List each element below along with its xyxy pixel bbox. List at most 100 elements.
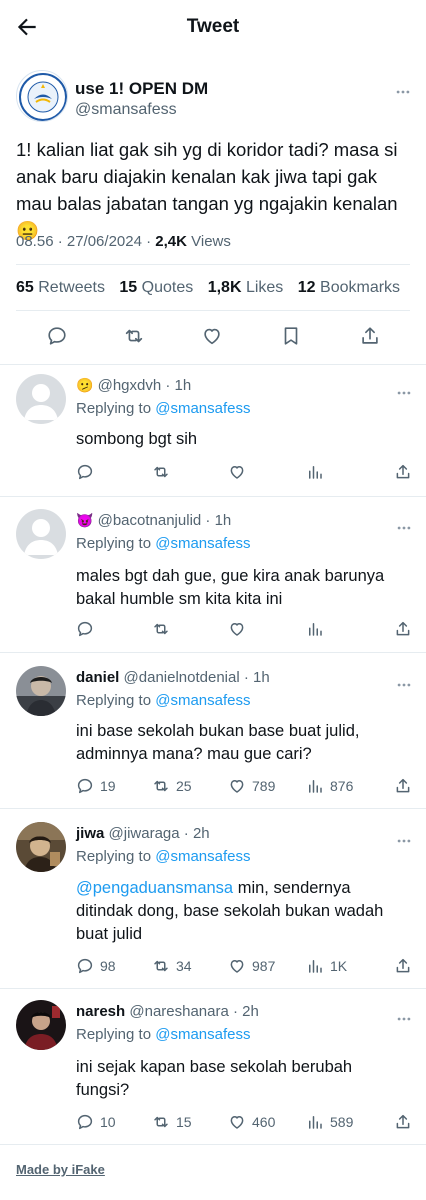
divider bbox=[0, 808, 426, 809]
retweet-icon[interactable] bbox=[123, 325, 145, 347]
views-button[interactable] bbox=[306, 462, 330, 482]
like-count: 789 bbox=[252, 778, 276, 794]
like-button[interactable] bbox=[228, 619, 252, 639]
share-button[interactable] bbox=[394, 1112, 412, 1132]
reply-count: 10 bbox=[100, 1114, 116, 1130]
quotes-stat[interactable]: 15 Quotes bbox=[119, 279, 193, 296]
reply-time[interactable]: · 2h bbox=[229, 1003, 259, 1020]
views-icon bbox=[309, 960, 322, 973]
more-options-icon[interactable] bbox=[397, 518, 417, 532]
likes-stat[interactable]: 1,8K Likes bbox=[208, 279, 284, 296]
footer-credit[interactable]: Made by iFake bbox=[16, 1162, 105, 1177]
replying-to: Replying to @smansafess bbox=[76, 692, 250, 709]
retweets-label: Retweets bbox=[38, 279, 105, 296]
reply-handle[interactable]: @jiwaraga bbox=[109, 825, 180, 842]
retweet-icon bbox=[154, 466, 168, 478]
reply-button[interactable]: 98 bbox=[76, 956, 116, 976]
author-handle[interactable]: @smansafess bbox=[75, 101, 177, 119]
share-button[interactable] bbox=[394, 619, 412, 639]
default-avatar[interactable] bbox=[16, 374, 66, 424]
user-avatar[interactable] bbox=[16, 666, 66, 716]
share-button[interactable] bbox=[394, 956, 412, 976]
views-count: 2,4K bbox=[155, 233, 187, 250]
user-avatar[interactable] bbox=[16, 1000, 66, 1050]
retweet-button[interactable] bbox=[152, 619, 176, 639]
author-name[interactable]: use 1! OPEN DM bbox=[75, 79, 208, 99]
reply-handle[interactable]: @danielnotdenial bbox=[124, 669, 240, 686]
like-button[interactable]: 987 bbox=[228, 956, 275, 976]
reply-handle[interactable]: @bacotnanjulid bbox=[98, 512, 202, 529]
more-options-icon[interactable] bbox=[397, 383, 417, 397]
views-button[interactable]: 589 bbox=[306, 1112, 353, 1132]
share-button[interactable] bbox=[394, 776, 412, 796]
like-button[interactable]: 789 bbox=[228, 776, 275, 796]
retweet-button[interactable]: 25 bbox=[152, 776, 192, 796]
reply-header: 🫤 @hgxdvh · 1h bbox=[76, 377, 191, 394]
more-options-icon[interactable] bbox=[396, 82, 416, 96]
reply-time[interactable]: · 2h bbox=[180, 825, 210, 842]
reply-time[interactable]: · 1h bbox=[201, 512, 231, 529]
reply-handle[interactable]: @nareshanara bbox=[129, 1003, 228, 1020]
divider bbox=[16, 310, 410, 311]
share-button[interactable] bbox=[394, 462, 412, 482]
retweet-button[interactable]: 15 bbox=[152, 1112, 192, 1132]
reply-icon bbox=[77, 958, 93, 974]
more-options-icon[interactable] bbox=[397, 675, 417, 689]
reply-time[interactable]: · 1h bbox=[161, 377, 191, 394]
reply-display-name[interactable]: jiwa bbox=[76, 825, 104, 842]
page-title: Tweet bbox=[186, 16, 240, 37]
replying-to-link[interactable]: @smansafess bbox=[155, 692, 250, 709]
retweet-button[interactable] bbox=[152, 462, 176, 482]
reply-tweet[interactable]: naresh @nareshanara · 2h Replying to @sm… bbox=[0, 1000, 426, 1140]
replying-to-link[interactable]: @smansafess bbox=[155, 848, 250, 865]
bookmarks-count: 12 bbox=[297, 279, 316, 296]
divider bbox=[16, 264, 410, 265]
replying-to: Replying to @smansafess bbox=[76, 400, 250, 417]
like-button[interactable] bbox=[228, 462, 252, 482]
user-avatar[interactable] bbox=[16, 822, 66, 872]
like-icon[interactable] bbox=[201, 325, 223, 347]
more-options-icon[interactable] bbox=[397, 1009, 417, 1023]
default-avatar[interactable] bbox=[16, 509, 66, 559]
reply-display-name[interactable]: daniel bbox=[76, 669, 119, 686]
top-bar: Tweet bbox=[0, 0, 426, 56]
reply-tweet[interactable]: jiwa @jiwaraga · 2h Replying to @smansaf… bbox=[0, 822, 426, 986]
reply-tweet[interactable]: 🫤 @hgxdvh · 1h Replying to @smansafess s… bbox=[0, 374, 426, 496]
more-options-icon[interactable] bbox=[397, 831, 417, 845]
retweets-stat[interactable]: 65 Retweets bbox=[16, 279, 105, 296]
reply-icon[interactable] bbox=[46, 325, 68, 347]
share-icon bbox=[396, 464, 410, 479]
views-button[interactable]: 876 bbox=[306, 776, 353, 796]
quotes-label: Quotes bbox=[141, 279, 194, 296]
reply-button[interactable]: 19 bbox=[76, 776, 116, 796]
bookmarks-stat[interactable]: 12 Bookmarks bbox=[298, 279, 400, 296]
views-icon bbox=[309, 780, 322, 793]
tweet-timestamp[interactable]: 08.56 · 27/06/2024 · bbox=[16, 233, 155, 250]
reply-handle[interactable]: @hgxdvh bbox=[98, 377, 162, 394]
like-button[interactable]: 460 bbox=[228, 1112, 275, 1132]
replying-to-link[interactable]: @smansafess bbox=[155, 400, 250, 417]
author-avatar[interactable] bbox=[16, 70, 68, 122]
share-icon bbox=[396, 958, 410, 973]
reply-button[interactable]: 10 bbox=[76, 1112, 116, 1132]
reply-display-name[interactable]: naresh bbox=[76, 1003, 125, 1020]
reply-tweet[interactable]: 😈 @bacotnanjulid · 1h Replying to @smans… bbox=[0, 509, 426, 651]
tweet-stats: 65 Retweets 15 Quotes 1,8K Likes 12 Book… bbox=[16, 279, 416, 297]
mention-link[interactable]: @pengaduansmansa bbox=[76, 879, 233, 897]
views-button[interactable] bbox=[306, 619, 330, 639]
reply-text: ini sejak kapan base sekolah berubah fun… bbox=[76, 1056, 406, 1102]
replying-to: Replying to @smansafess bbox=[76, 535, 250, 552]
retweet-button[interactable]: 34 bbox=[152, 956, 192, 976]
reply-button[interactable] bbox=[76, 619, 100, 639]
views-label: Views bbox=[186, 233, 231, 250]
views-button[interactable]: 1K bbox=[306, 956, 347, 976]
replying-to-link[interactable]: @smansafess bbox=[155, 535, 250, 552]
reply-time[interactable]: · 1h bbox=[240, 669, 270, 686]
bookmark-icon[interactable] bbox=[280, 325, 302, 347]
replying-to-link[interactable]: @smansafess bbox=[155, 1026, 250, 1043]
reply-icon bbox=[77, 464, 93, 480]
divider bbox=[0, 496, 426, 497]
reply-button[interactable] bbox=[76, 462, 100, 482]
reply-tweet[interactable]: daniel @danielnotdenial · 1h Replying to… bbox=[0, 666, 426, 806]
share-icon[interactable] bbox=[359, 325, 381, 347]
